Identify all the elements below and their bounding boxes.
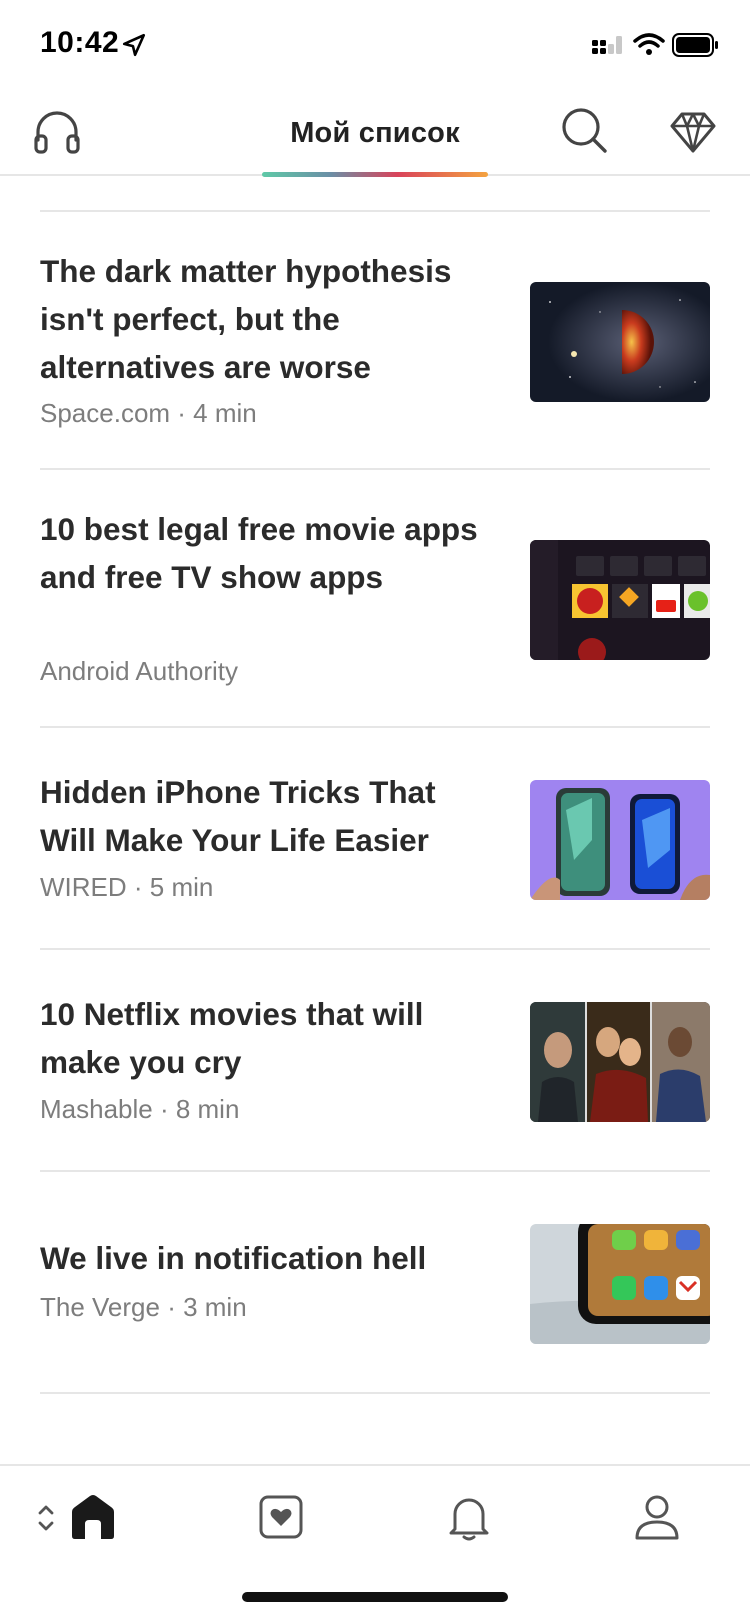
movies-collage-thumbnail <box>530 1002 710 1122</box>
article-card[interactable]: Hidden iPhone Tricks That Will Make Your… <box>40 728 710 948</box>
battery-icon <box>672 33 718 57</box>
diamond-icon[interactable] <box>668 106 718 156</box>
search-icon[interactable] <box>560 106 610 156</box>
tab-my-list-label: Мой список <box>290 117 460 149</box>
article-meta: Mashable · 8 min <box>40 1094 240 1124</box>
wifi-icon <box>633 33 665 55</box>
bottom-tab-bar <box>0 1464 750 1624</box>
top-nav: Мой список <box>0 90 750 177</box>
saves-heart-icon[interactable] <box>256 1492 306 1542</box>
article-feed: The dark matter hypothesis isn't perfect… <box>40 176 710 1466</box>
home-icon[interactable] <box>68 1492 118 1542</box>
article-title[interactable]: Hidden iPhone Tricks That Will Make Your… <box>40 768 490 864</box>
status-time: 10:42 <box>40 26 120 59</box>
article-title[interactable]: 10 Netflix movies that will make you cry <box>40 990 490 1086</box>
headphones-icon[interactable] <box>32 106 82 156</box>
profile-icon[interactable] <box>632 1492 682 1542</box>
galaxy-thumbnail <box>530 282 710 402</box>
iphones-thumbnail <box>530 780 710 900</box>
article-title[interactable]: 10 best legal free movie apps and free T… <box>40 505 490 601</box>
chevron-up-down-icon[interactable] <box>36 1502 56 1534</box>
tab-my-list[interactable]: Мой список <box>262 90 488 177</box>
bell-icon[interactable] <box>444 1492 494 1542</box>
article-card[interactable]: 10 best legal free movie apps and free T… <box>40 470 710 726</box>
article-card[interactable]: 10 Netflix movies that will make you cry… <box>40 950 710 1170</box>
article-card[interactable]: The dark matter hypothesis isn't perfect… <box>40 212 710 468</box>
article-meta: WIRED · 5 min <box>40 872 214 902</box>
phone-apps-thumbnail <box>530 1224 710 1344</box>
status-bar: 10:42 <box>0 0 750 90</box>
tv-apps-thumbnail <box>530 540 710 660</box>
divider <box>40 1392 710 1394</box>
article-meta: The Verge · 3 min <box>40 1292 247 1322</box>
location-arrow-icon <box>122 33 146 57</box>
home-indicator <box>242 1592 508 1602</box>
cellular-signal-icon <box>592 36 622 54</box>
article-meta: Space.com · 4 min <box>40 398 257 428</box>
article-title[interactable]: We live in notification hell <box>40 1234 490 1282</box>
article-title[interactable]: The dark matter hypothesis isn't perfect… <box>40 247 490 391</box>
article-meta: Android Authority <box>40 656 239 686</box>
article-card[interactable]: We live in notification hell The Verge ·… <box>40 1172 710 1392</box>
